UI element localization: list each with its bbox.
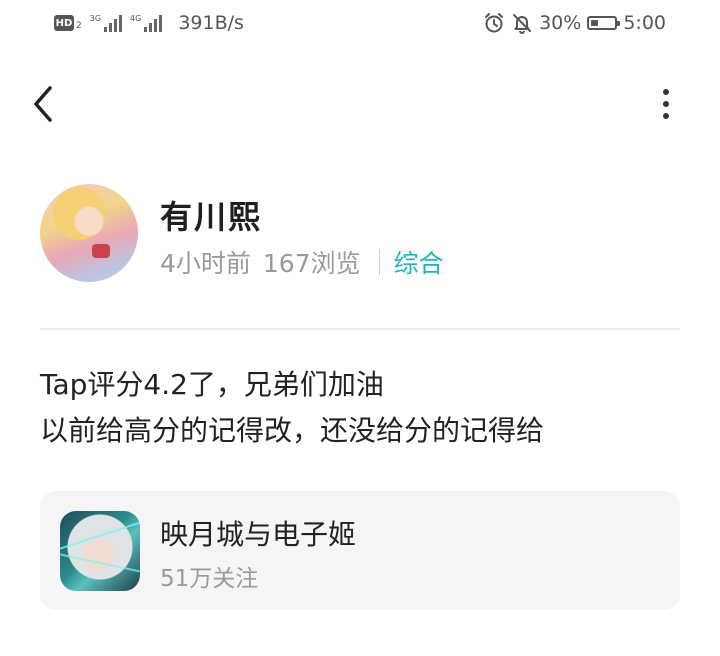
header-divider: [40, 328, 680, 330]
back-button[interactable]: [28, 84, 60, 124]
chevron-left-icon: [34, 86, 52, 122]
author-avatar[interactable]: [40, 184, 138, 282]
post-category[interactable]: 综合: [394, 244, 444, 280]
alarm-icon: [485, 13, 504, 33]
more-vertical-icon: [663, 89, 669, 95]
game-icon: [60, 511, 140, 591]
battery-fill: [591, 20, 599, 26]
sim1-network-type: 3G: [89, 14, 102, 23]
status-right: 30% 5:00: [483, 12, 666, 34]
meta-divider: [378, 249, 380, 275]
post-line: Tap评分4.2了，兄弟们加油: [40, 368, 384, 401]
post-views: 167浏览: [262, 249, 361, 278]
post-time: 4小时前: [160, 249, 251, 278]
battery-percent: 30%: [539, 12, 582, 34]
sim2-signal-icon: 4G: [130, 14, 163, 32]
game-title: 映月城与电子姬: [160, 518, 357, 551]
status-bar: HD 2 3G 4G 391B/s 30% 5:00: [0, 0, 720, 48]
game-card[interactable]: 映月城与电子姬 51万关注: [40, 491, 680, 610]
post-body: Tap评分4.2了，兄弟们加油 以前给高分的记得改，还没给分的记得给: [40, 362, 690, 454]
battery-icon: [587, 16, 621, 30]
post-meta: 4小时前 167浏览 综合: [160, 244, 444, 280]
status-left: HD 2 3G 4G 391B/s: [54, 12, 244, 34]
author-name[interactable]: 有川熙: [160, 192, 262, 238]
post-line: 以前给高分的记得改，还没给分的记得给: [40, 414, 545, 447]
mute-bell-icon: [513, 14, 532, 34]
network-speed: 391B/s: [178, 12, 244, 34]
clock: 5:00: [623, 12, 666, 34]
game-followers: 51万关注: [160, 566, 259, 592]
more-options-button[interactable]: [652, 86, 680, 122]
hd-sim-index: 2: [76, 21, 82, 31]
sim2-network-type: 4G: [130, 14, 142, 23]
hd-voice-icon: HD: [54, 15, 74, 31]
sim1-signal-icon: 3G: [89, 14, 123, 32]
